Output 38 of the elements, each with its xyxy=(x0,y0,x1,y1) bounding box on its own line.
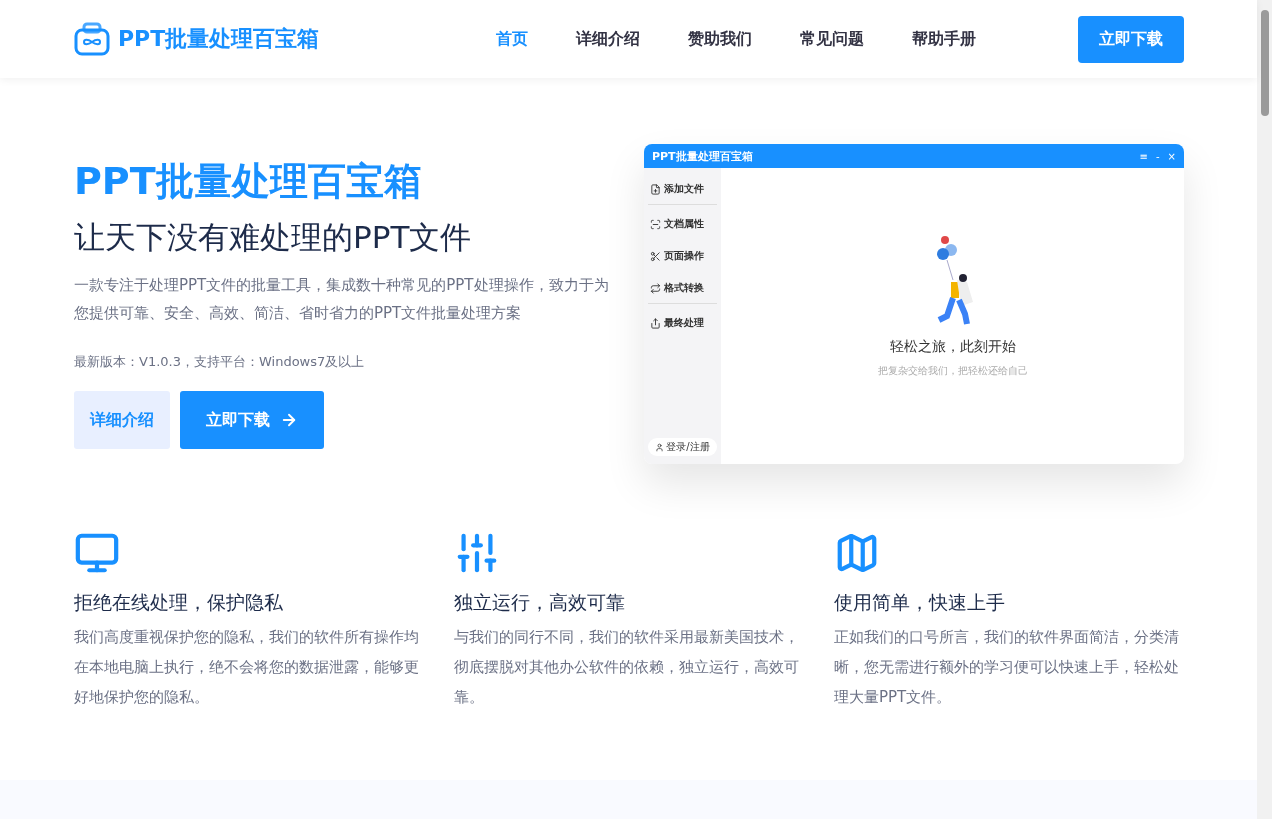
empty-state-title: 轻松之旅，此刻开始 xyxy=(889,338,1016,356)
feature-description: 我们高度重视保护您的隐私，我们的软件所有操作均在本地电脑上执行，绝不会将您的数据泄露，能够更好地保护您的隐私。 xyxy=(74,627,419,708)
feature-title: 使用简单，快速上手 xyxy=(834,590,1006,615)
frame-icon xyxy=(650,218,661,230)
user-icon xyxy=(655,442,665,452)
file-icon xyxy=(650,183,661,195)
version-info: 最新版本：V1.0.3，支持平台：Windows7及以上 xyxy=(74,353,366,371)
sidebar-item[interactable]: 页面操作 xyxy=(648,243,717,271)
empty-state-subtitle: 把复杂交给我们，把轻松还给自己 xyxy=(877,364,1028,378)
share-icon xyxy=(650,317,661,329)
window-title: PPT批量处理百宝箱 xyxy=(652,148,753,164)
sidebar-label: 最终处理 xyxy=(664,316,704,330)
scrollbar-thumb[interactable] xyxy=(1260,10,1269,116)
sidebar-item[interactable]: 文档属性 xyxy=(648,211,717,239)
nav-link[interactable]: 赞助我们 xyxy=(680,22,760,56)
convert-icon xyxy=(650,282,661,294)
toolbox-logo-icon xyxy=(74,22,110,56)
scrollbar[interactable] xyxy=(1257,0,1272,819)
login-button[interactable]: 登录/注册 xyxy=(648,438,717,456)
scissors-icon xyxy=(650,250,661,262)
hero-description: 一款专注于处理PPT文件的批量工具，集成数十种常见的PPT处理操作，致力于为您提供可靠、安全、高效、简洁、省时省力的PPT文件批量处理方案 xyxy=(74,275,610,324)
arrow-right-icon xyxy=(280,411,298,429)
sidebar-item[interactable]: 添加文件 xyxy=(648,176,717,205)
nav-link[interactable]: 常见问题 xyxy=(792,22,872,56)
feature-description: 正如我们的口号所言，我们的软件界面简洁，分类清晰，您无需进行额外的学习便可以快速上手，轻松处理大量PPT文件。 xyxy=(834,627,1179,708)
feature-title: 拒绝在线处理，保护隐私 xyxy=(74,590,284,615)
nav-link[interactable]: 详细介绍 xyxy=(568,22,648,56)
hero-subtitle: 让天下没有难处理的PPT文件 xyxy=(74,218,473,257)
sidebar-label: 文档属性 xyxy=(664,217,704,231)
sidebar-item[interactable]: 最终处理 xyxy=(648,310,717,338)
sidebar-label: 格式转换 xyxy=(664,281,704,295)
sidebar-label: 添加文件 xyxy=(664,182,704,196)
sidebar-label: 页面操作 xyxy=(664,249,704,263)
hero-title: PPT批量处理百宝箱 xyxy=(74,158,423,205)
sidebar-item[interactable]: 格式转换 xyxy=(648,275,717,304)
feature-title: 独立运行，高效可靠 xyxy=(454,590,626,615)
nav-link[interactable]: 帮助手册 xyxy=(904,22,984,56)
feature-description: 与我们的同行不同，我们的软件采用最新美国技术，彻底摆脱对其他办公软件的依赖，独立运行，高效可靠。 xyxy=(454,627,799,708)
